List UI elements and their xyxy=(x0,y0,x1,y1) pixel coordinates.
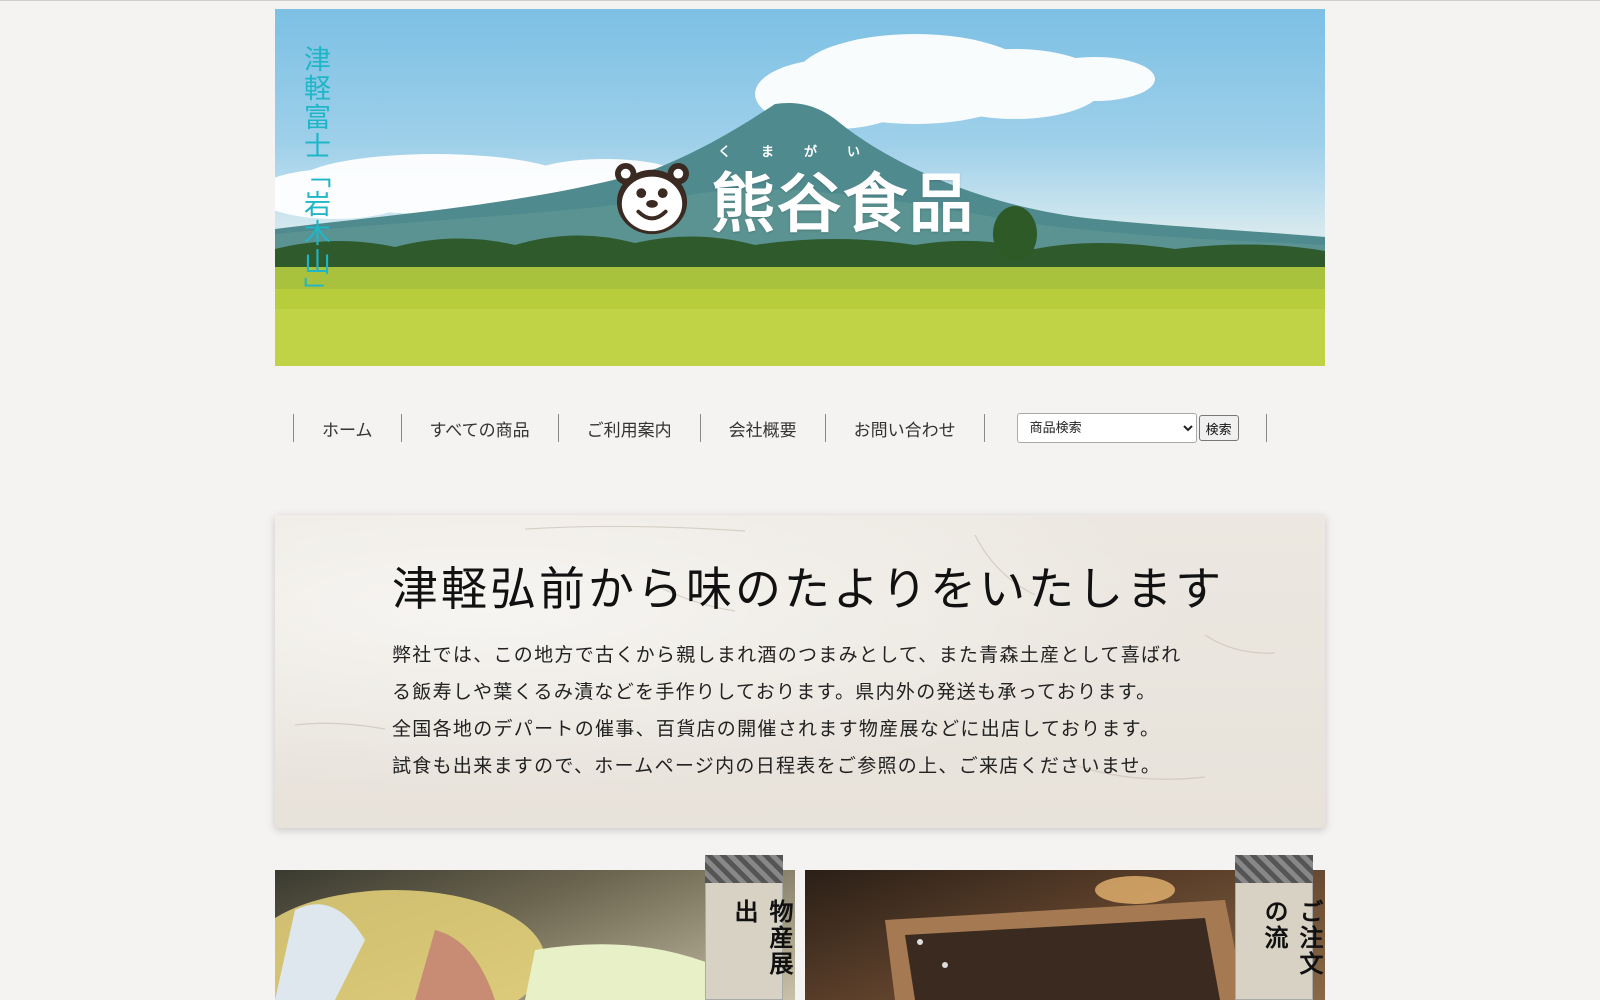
nav-item-home[interactable]: ホーム xyxy=(294,416,401,441)
bear-logo-icon xyxy=(614,162,690,235)
intro-line: 弊社では、この地方で古くから親しまれ酒のつまみとして、また青森土産として喜ばれ xyxy=(392,644,1182,666)
brand-logo[interactable]: くまがい 熊谷食品 xyxy=(613,141,993,242)
intro-line: 試食も出来ますので、ホームページ内の日程表をご参照の上、ご来店くださいませ。 xyxy=(392,755,1162,777)
nav-divider xyxy=(983,414,985,442)
top-border xyxy=(0,0,1600,1)
nav-item-contact[interactable]: お問い合わせ xyxy=(826,416,984,441)
order-flow-tag-label: ご注文の流 xyxy=(1260,899,1324,977)
intro-line: る飯寿しや葉くるみ漬などを手作りしております。県内外の発送も承っております。 xyxy=(392,681,1157,703)
nav-item-all-products[interactable]: すべての商品 xyxy=(402,416,558,441)
hero-banner: 津軽富士「岩木山」 くまがい 熊谷食品 xyxy=(275,9,1325,366)
search-button[interactable]: 検索 xyxy=(1198,415,1239,441)
tag-pattern xyxy=(705,855,783,883)
nav-item-company[interactable]: 会社概要 xyxy=(701,416,825,441)
intro-line: 全国各地のデパートの催事、百貨店の開催されます物産展などに出店しております。 xyxy=(392,718,1161,740)
order-flow-tag[interactable]: ご注文の流 xyxy=(1235,855,1324,1000)
product-search: 商品検索 検索 xyxy=(1016,413,1239,443)
main-nav: ホーム すべての商品 ご利用案内 会社概要 お問い合わせ 商品検索 検索 xyxy=(293,413,1267,443)
exhibition-tag-label: 物産展出 xyxy=(730,899,794,977)
nav-divider xyxy=(1265,414,1267,442)
intro-panel: 津軽弘前から味のたよりをいたします 弊社では、この地方で古くから親しまれ酒のつま… xyxy=(275,515,1325,828)
intro-heading: 津軽弘前から味のたよりをいたします xyxy=(392,562,1225,616)
tag-pattern xyxy=(1235,855,1313,883)
intro-body: 弊社では、この地方で古くから親しまれ酒のつまみとして、また青森土産として喜ばれ … xyxy=(392,637,1212,785)
nav-item-guide[interactable]: ご利用案内 xyxy=(559,416,700,441)
hero-vertical-title: 津軽富士「岩木山」 xyxy=(299,45,330,306)
product-search-select[interactable]: 商品検索 xyxy=(1016,413,1197,443)
exhibition-tag[interactable]: 物産展出 xyxy=(705,855,794,1000)
brand-name: 熊谷食品 xyxy=(711,168,975,242)
